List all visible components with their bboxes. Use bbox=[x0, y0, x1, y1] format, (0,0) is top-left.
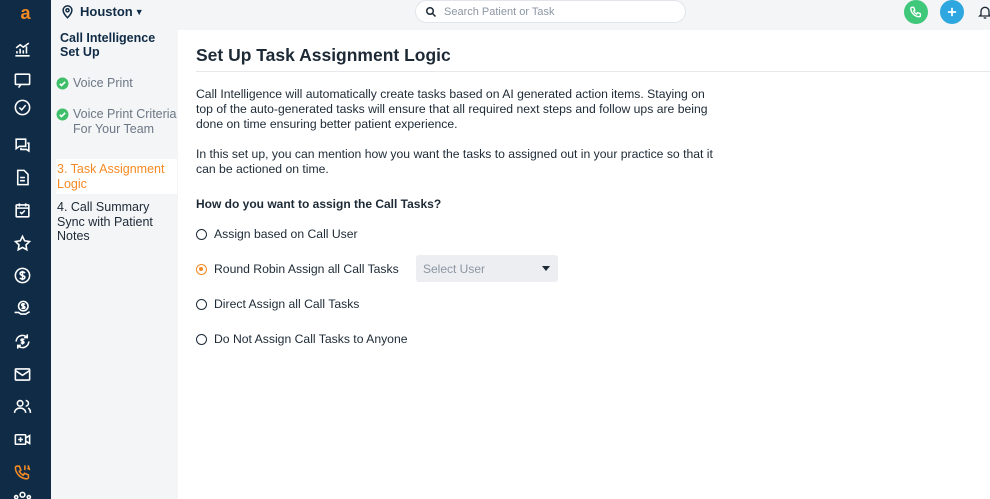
step-task-assignment-logic[interactable]: 3. Task Assignment Logic bbox=[56, 159, 177, 194]
step-label: 3. Task Assignment Logic bbox=[57, 162, 165, 191]
app-logo[interactable]: a bbox=[0, 0, 51, 26]
step-voice-print[interactable]: Voice Print bbox=[56, 76, 177, 91]
plus-icon bbox=[947, 7, 957, 17]
select-placeholder: Select User bbox=[423, 261, 486, 276]
caret-down-icon bbox=[542, 266, 550, 271]
main-content: Set Up Task Assignment Logic Call Intell… bbox=[178, 30, 990, 499]
patients-icon[interactable] bbox=[11, 395, 33, 417]
setup-heading: Call Intelligence Set Up bbox=[60, 31, 156, 59]
radio-button-selected[interactable] bbox=[196, 263, 207, 275]
radio-button[interactable] bbox=[196, 333, 207, 345]
radio-button[interactable] bbox=[196, 228, 207, 240]
option-round-robin[interactable]: Round Robin Assign all Call Tasks bbox=[196, 261, 399, 277]
title-divider bbox=[196, 71, 990, 72]
radio-button[interactable] bbox=[196, 298, 207, 310]
step-label: Voice Print bbox=[73, 76, 133, 90]
search-placeholder: Search Patient or Task bbox=[444, 5, 555, 18]
option-label: Round Robin Assign all Call Tasks bbox=[214, 262, 399, 276]
calendar-icon[interactable] bbox=[11, 199, 33, 221]
location-name: Houston bbox=[80, 4, 133, 19]
location-selector[interactable]: Houston ▼ bbox=[60, 4, 144, 19]
top-bar: Houston ▼ Search Patient or Task bbox=[51, 0, 990, 30]
analytics-icon[interactable] bbox=[11, 38, 33, 60]
option-label: Assign based on Call User bbox=[214, 227, 358, 241]
check-circle-icon bbox=[56, 77, 69, 90]
option-label: Direct Assign all Call Tasks bbox=[214, 297, 360, 311]
location-pin-icon bbox=[62, 5, 73, 19]
video-icon[interactable] bbox=[11, 428, 33, 450]
recurring-payment-icon[interactable] bbox=[11, 330, 33, 352]
bell-icon[interactable] bbox=[977, 3, 990, 21]
document-icon[interactable] bbox=[11, 166, 33, 188]
step-call-summary-sync[interactable]: 4. Call Summary Sync with Patient Notes bbox=[56, 200, 177, 244]
step-label: 4. Call Summary Sync with Patient Notes bbox=[57, 200, 153, 243]
phone-icon bbox=[910, 6, 922, 18]
call-button[interactable] bbox=[904, 0, 928, 24]
option-do-not-assign[interactable]: Do Not Assign Call Tasks to Anyone bbox=[196, 331, 408, 347]
search-input[interactable]: Search Patient or Task bbox=[415, 0, 686, 23]
star-icon[interactable] bbox=[11, 232, 33, 254]
assignment-question: How do you want to assign the Call Tasks… bbox=[196, 197, 442, 211]
step-label: Voice Print Criteria For Your Team bbox=[73, 107, 177, 136]
check-circle-icon bbox=[56, 108, 69, 121]
payments-icon[interactable] bbox=[11, 297, 33, 319]
intro-paragraph: Call Intelligence will automatically cre… bbox=[196, 87, 708, 131]
setup-steps-sidebar: Call Intelligence Set Up Voice Print Voi… bbox=[51, 30, 178, 499]
dollar-icon[interactable] bbox=[11, 264, 33, 286]
chevron-down-icon: ▼ bbox=[134, 6, 144, 17]
option-label: Do Not Assign Call Tasks to Anyone bbox=[214, 332, 408, 346]
chat-icon[interactable] bbox=[11, 69, 33, 91]
team-icon[interactable] bbox=[11, 488, 33, 499]
option-assign-by-call-user[interactable]: Assign based on Call User bbox=[196, 226, 358, 242]
tasks-check-icon[interactable] bbox=[11, 96, 33, 118]
add-button[interactable] bbox=[940, 0, 964, 24]
conversations-icon[interactable] bbox=[11, 134, 33, 156]
mail-icon[interactable] bbox=[11, 363, 33, 385]
option-direct-assign[interactable]: Direct Assign all Call Tasks bbox=[196, 296, 359, 312]
call-intelligence-icon[interactable] bbox=[11, 461, 33, 483]
step-voice-print-criteria[interactable]: Voice Print Criteria For Your Team bbox=[56, 107, 177, 136]
setup-paragraph: In this set up, you can mention how you … bbox=[196, 147, 713, 176]
page-title: Set Up Task Assignment Logic bbox=[196, 45, 451, 65]
search-icon bbox=[426, 6, 437, 17]
icon-rail: a bbox=[0, 0, 51, 499]
select-user-dropdown[interactable]: Select User bbox=[416, 255, 558, 282]
